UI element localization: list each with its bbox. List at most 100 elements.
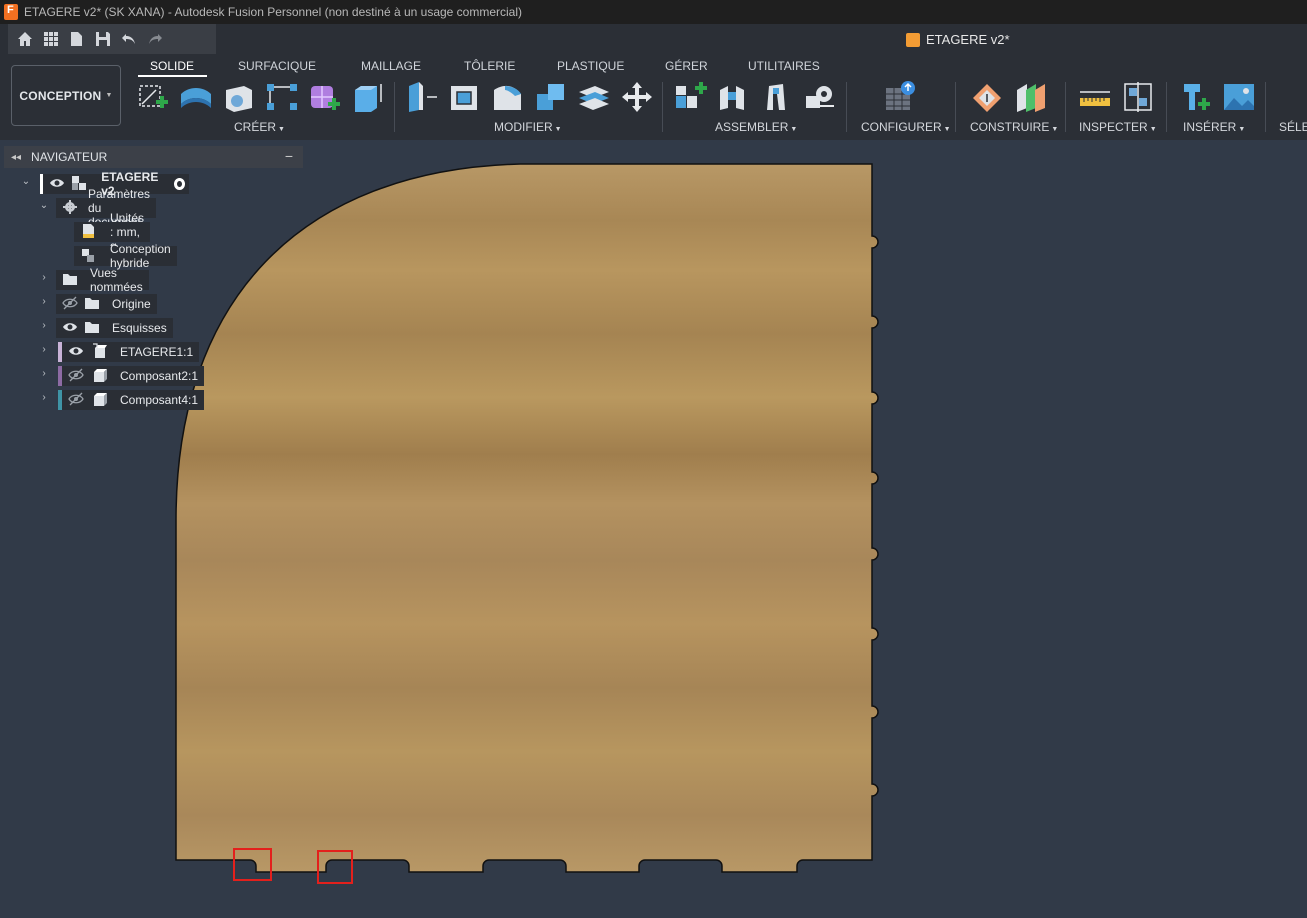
grid-icon[interactable] xyxy=(40,28,62,50)
group-inserer[interactable]: INSÉRER ▼ xyxy=(1183,120,1245,134)
fillet-icon[interactable] xyxy=(448,80,482,114)
shelf-panel[interactable] xyxy=(175,163,879,873)
component-icon xyxy=(92,367,108,386)
eye-icon[interactable] xyxy=(62,319,78,338)
chevron-right-icon[interactable]: › xyxy=(38,272,50,283)
measure-icon[interactable] xyxy=(1078,80,1112,114)
quick-access-toolbar xyxy=(8,24,216,54)
chevron-down-icon: ▼ xyxy=(1149,126,1157,133)
chevron-right-icon[interactable]: › xyxy=(38,392,50,403)
chevron-down-icon: ▼ xyxy=(790,126,798,133)
navigator-header[interactable]: ◂◂ NAVIGATEUR − xyxy=(4,146,303,168)
chevron-right-icon[interactable]: › xyxy=(38,320,50,331)
move-icon[interactable] xyxy=(620,80,654,114)
press-pull-icon[interactable] xyxy=(405,80,439,114)
interference-icon[interactable] xyxy=(1121,80,1155,114)
ribbon: CONCEPTION ▼ SOLIDE SURFACIQUE MAILLAGE T… xyxy=(0,54,1307,140)
redo-icon[interactable] xyxy=(144,28,166,50)
eye-hidden-icon[interactable] xyxy=(62,295,78,314)
ribbon-separator xyxy=(662,82,663,132)
extrude-icon[interactable] xyxy=(179,80,213,114)
root-color-bar xyxy=(40,174,44,194)
group-assembler-label: ASSEMBLER xyxy=(715,120,789,134)
group-selectionner[interactable]: SÉLE xyxy=(1279,120,1307,134)
browser-node-label: Origine xyxy=(112,297,151,311)
insert-fastener-icon[interactable] xyxy=(1180,80,1214,114)
document-tab-bar: ETAGERE v2* xyxy=(216,24,1307,54)
tab-plastique[interactable]: PLASTIQUE xyxy=(557,59,624,73)
chamfer-icon[interactable] xyxy=(491,80,525,114)
ribbon-separator xyxy=(846,82,847,132)
undo-icon[interactable] xyxy=(118,28,140,50)
title-bar: ETAGERE v2* (SK XANA) - Autodesk Fusion … xyxy=(0,0,1307,24)
quick-access-bar: ETAGERE v2* xyxy=(0,24,1307,54)
ribbon-separator xyxy=(1166,82,1167,132)
chevron-right-icon[interactable]: › xyxy=(38,296,50,307)
save-icon[interactable] xyxy=(92,28,114,50)
pattern-icon[interactable] xyxy=(265,80,299,114)
group-construire[interactable]: CONSTRUIRE ▼ xyxy=(970,120,1058,134)
eye-icon[interactable] xyxy=(68,343,84,362)
midplane-icon[interactable] xyxy=(1014,80,1048,114)
workspace-switcher[interactable]: CONCEPTION ▼ xyxy=(11,65,121,126)
chevron-down-icon[interactable]: ⌄ xyxy=(38,200,50,211)
component-color-bar xyxy=(58,390,62,410)
configure-table-icon[interactable] xyxy=(882,80,916,114)
group-modifier[interactable]: MODIFIER ▼ xyxy=(494,120,562,134)
chevron-down-icon: ▼ xyxy=(1051,126,1059,133)
gear-icon xyxy=(62,199,78,218)
eye-hidden-icon[interactable] xyxy=(68,391,84,410)
orange-cube-icon xyxy=(906,32,920,47)
browser-node-label: ETAGERE1:1 xyxy=(120,345,194,359)
create-sketch-icon[interactable] xyxy=(136,80,170,114)
group-assembler[interactable]: ASSEMBLER ▼ xyxy=(715,120,797,134)
as-built-joint-icon[interactable] xyxy=(759,80,793,114)
tab-maillage[interactable]: MAILLAGE xyxy=(361,59,421,73)
offset-plane-icon[interactable] xyxy=(971,80,1005,114)
revolve-icon[interactable] xyxy=(222,80,256,114)
hybrid-design-icon xyxy=(80,247,96,266)
chevron-right-icon[interactable]: › xyxy=(38,368,50,379)
eye-icon[interactable] xyxy=(49,175,65,194)
activate-radio-icon[interactable] xyxy=(174,178,186,190)
new-component-icon[interactable] xyxy=(673,80,707,114)
tab-gerer[interactable]: GÉRER xyxy=(665,59,708,73)
combine-icon[interactable] xyxy=(577,80,611,114)
component-color-bar xyxy=(58,366,62,386)
file-menu-icon[interactable] xyxy=(66,28,88,50)
group-inspecter[interactable]: INSPECTER ▼ xyxy=(1079,120,1157,134)
collapse-left-icon[interactable]: ◂◂ xyxy=(11,152,21,163)
group-configurer-label: CONFIGURER xyxy=(861,120,942,134)
group-configurer[interactable]: CONFIGURER ▼ xyxy=(861,120,951,134)
minimize-icon[interactable]: − xyxy=(285,148,293,164)
fusion-logo-icon xyxy=(4,4,18,20)
workspace-label: CONCEPTION xyxy=(19,88,102,103)
tab-utilitaires[interactable]: UTILITAIRES xyxy=(748,59,820,73)
chevron-down-icon: ▼ xyxy=(943,126,951,133)
chevron-down-icon: ▼ xyxy=(1238,126,1246,133)
ribbon-separator xyxy=(955,82,956,132)
joint-icon[interactable] xyxy=(716,80,750,114)
folder-icon xyxy=(84,319,100,338)
document-tab[interactable]: ETAGERE v2* xyxy=(906,32,1010,47)
motion-link-icon[interactable] xyxy=(802,80,836,114)
insert-image-icon[interactable] xyxy=(1222,80,1256,114)
group-creer-label: CRÉER xyxy=(234,120,277,134)
derive-icon[interactable] xyxy=(351,80,385,114)
tab-tolerie[interactable]: TÔLERIE xyxy=(464,59,515,73)
design-canvas[interactable] xyxy=(0,140,1307,918)
active-tab-indicator xyxy=(138,75,207,77)
chevron-down-icon[interactable]: ⌄ xyxy=(20,176,32,187)
group-creer[interactable]: CRÉER ▼ xyxy=(234,120,285,134)
chevron-right-icon[interactable]: › xyxy=(38,344,50,355)
tab-solide[interactable]: SOLIDE xyxy=(150,59,194,73)
folder-icon xyxy=(62,271,78,290)
eye-hidden-icon[interactable] xyxy=(68,367,84,386)
shell-icon[interactable] xyxy=(534,80,568,114)
browser-node-label: Vues nommées xyxy=(90,266,143,294)
tab-surfacique[interactable]: SURFACIQUE xyxy=(238,59,316,73)
document-tab-label: ETAGERE v2* xyxy=(926,32,1010,47)
create-form-icon[interactable] xyxy=(308,80,342,114)
navigator-title: NAVIGATEUR xyxy=(31,150,108,164)
home-icon[interactable] xyxy=(14,28,36,50)
